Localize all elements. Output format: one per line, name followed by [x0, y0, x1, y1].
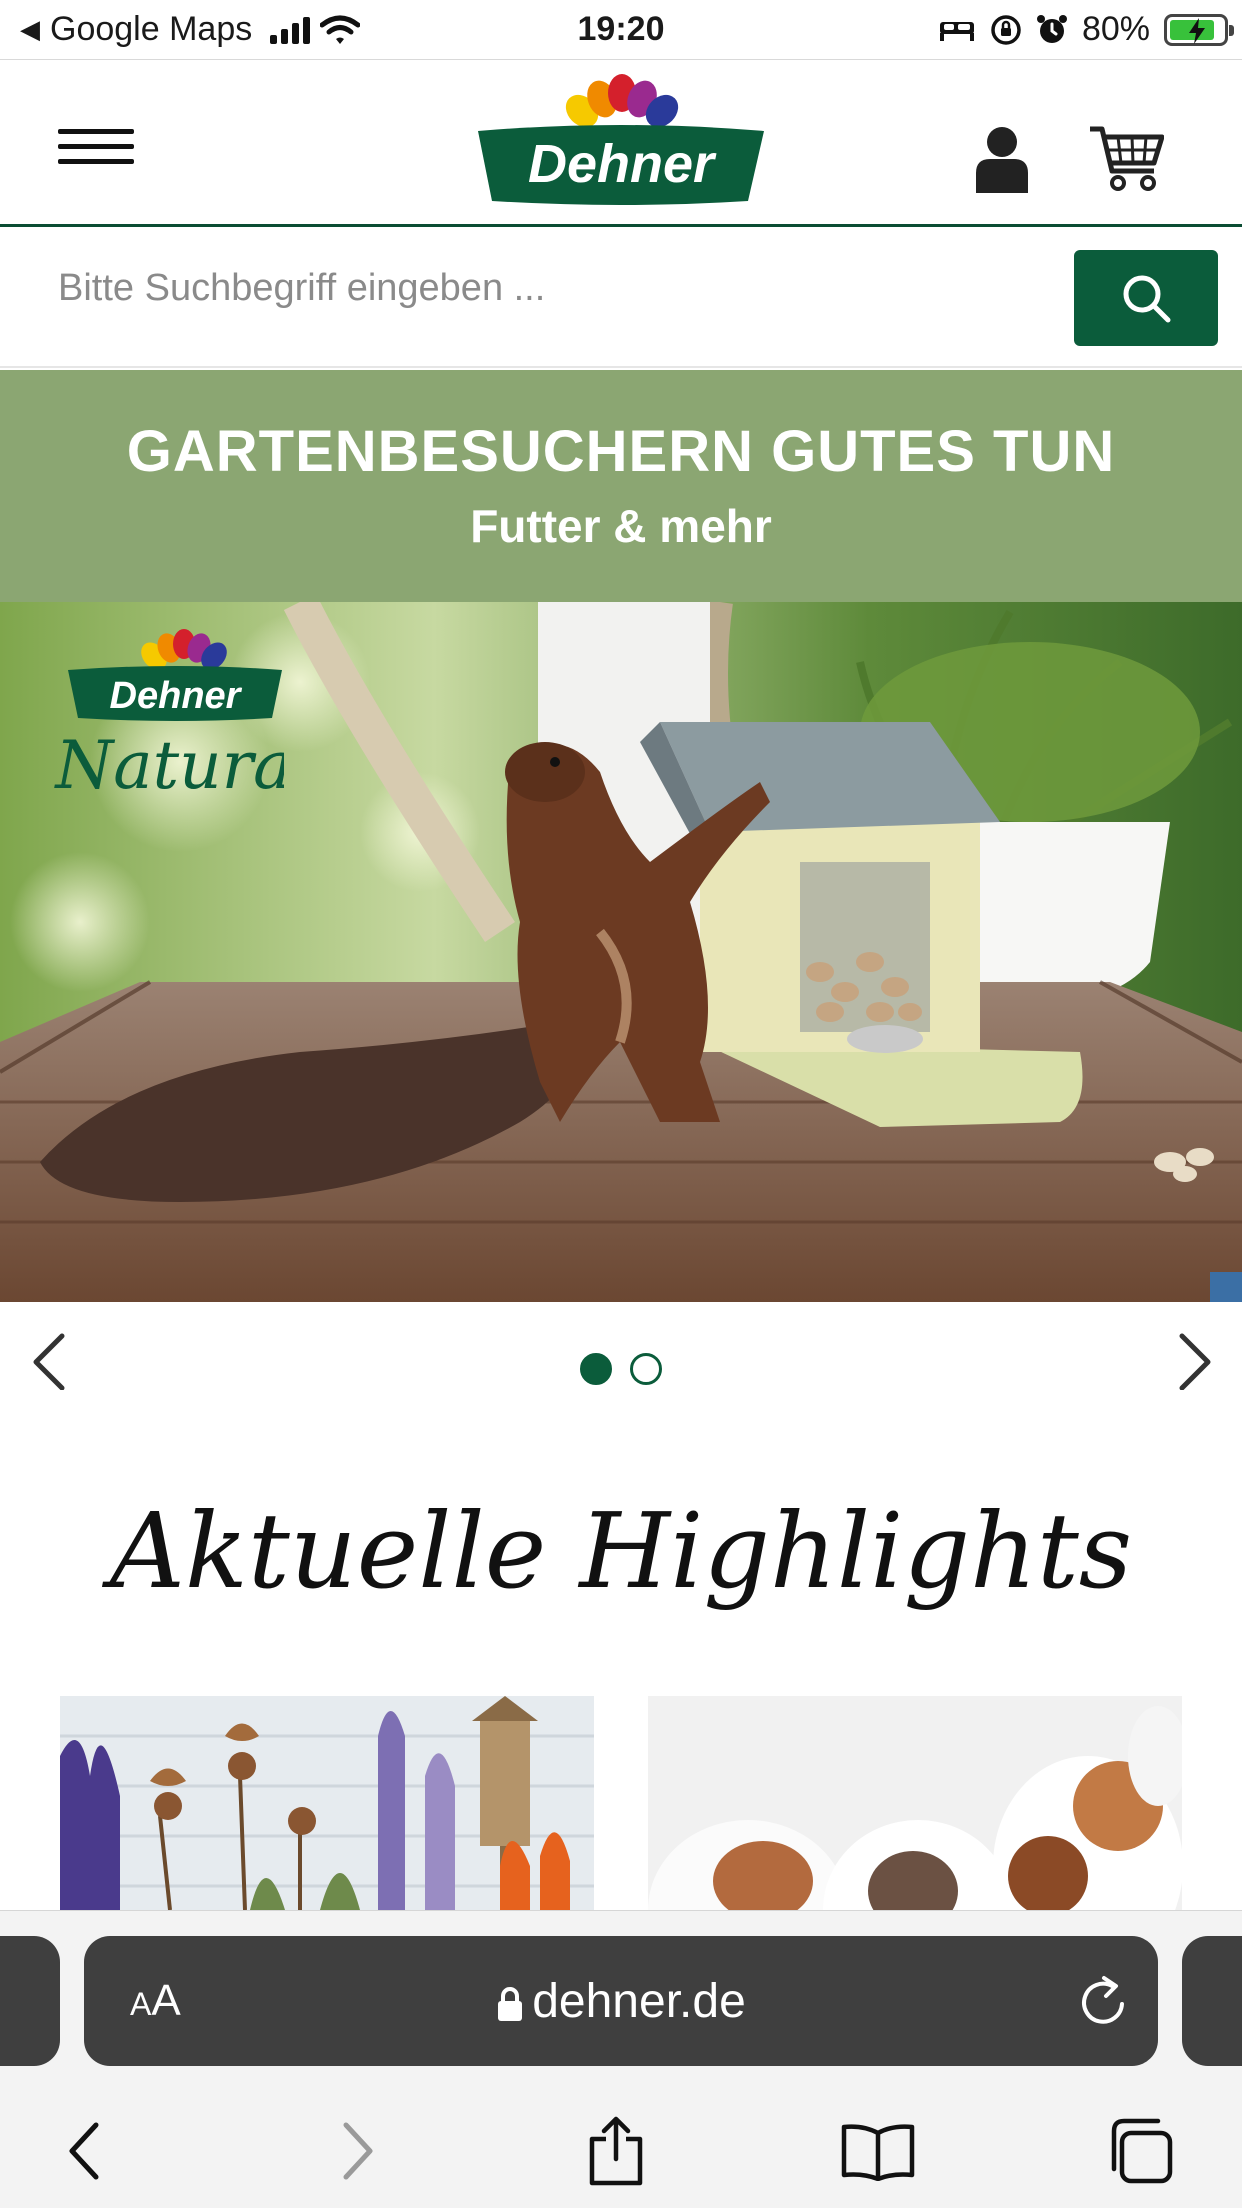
natura-logo-bottom-text: Natura — [54, 727, 284, 804]
dehner-logo[interactable]: Dehner — [470, 69, 772, 209]
bookmarks-button[interactable] — [838, 2111, 918, 2191]
chevron-left-icon — [33, 1333, 65, 1391]
carousel-dot-1[interactable] — [580, 1353, 612, 1385]
browser-forward-button[interactable] — [316, 2111, 396, 2191]
orientation-lock-icon — [991, 14, 1021, 45]
search-icon — [1123, 275, 1171, 323]
carousel-dot-2[interactable] — [630, 1353, 662, 1385]
cart-icon[interactable] — [1088, 123, 1164, 193]
previous-tab-peek[interactable] — [0, 1936, 60, 2066]
highlight-tile-pets[interactable] — [648, 1696, 1182, 1910]
forward-chevron-icon — [343, 2122, 373, 2180]
account-icon[interactable] — [974, 125, 1030, 193]
battery-percent: 80% — [1081, 10, 1150, 48]
reload-icon — [1082, 1976, 1124, 2024]
carousel-next-button[interactable] — [1162, 1330, 1222, 1391]
site-header: Dehner — [0, 61, 1242, 227]
tabs-icon — [1111, 2118, 1173, 2184]
carousel-indicators — [580, 1353, 662, 1385]
search-bar — [0, 230, 1242, 368]
url-text: dehner.de — [532, 1975, 746, 2028]
reload-button[interactable] — [1074, 1972, 1134, 2032]
chevron-right-icon — [1179, 1333, 1211, 1391]
book-icon — [841, 2124, 915, 2181]
promo-banner[interactable]: GARTENBESUCHERN GUTES TUN Futter & mehr — [0, 370, 1242, 602]
menu-icon[interactable] — [58, 129, 134, 165]
address-bar[interactable]: AA dehner.de — [84, 1936, 1158, 2066]
alarm-icon — [1036, 14, 1067, 43]
carousel-prev-button[interactable] — [22, 1330, 82, 1391]
browser-back-button[interactable] — [46, 2111, 126, 2191]
hero-image[interactable]: Dehner Natura — [0, 602, 1242, 1302]
promo-subtitle: Futter & mehr — [470, 500, 772, 552]
search-button[interactable] — [1074, 250, 1218, 346]
status-bar: ◀ Google Maps 19:20 80% — [0, 0, 1242, 60]
natura-logo-top-text: Dehner — [110, 675, 243, 717]
promo-title: GARTENBESUCHERN GUTES TUN — [126, 419, 1116, 484]
search-input[interactable] — [0, 240, 1060, 336]
tabs-button[interactable] — [1100, 2111, 1180, 2191]
browser-bottom-bar: AA dehner.de — [0, 1910, 1242, 2208]
next-tab-peek[interactable] — [1182, 1936, 1242, 2066]
dehner-natura-logo: Dehner Natura — [54, 628, 284, 808]
share-icon — [589, 2116, 643, 2186]
highlights-heading: Aktuelle Highlights — [109, 1490, 1133, 1612]
back-chevron-icon — [69, 2122, 99, 2180]
share-button[interactable] — [576, 2111, 656, 2191]
bed-icon — [939, 21, 974, 41]
battery-icon — [1164, 13, 1234, 46]
url-display[interactable]: dehner.de — [84, 1974, 1158, 2029]
lock-icon — [498, 1987, 523, 2022]
highlight-tile-garden[interactable] — [60, 1696, 594, 1910]
logo-text: Dehner — [528, 134, 717, 194]
